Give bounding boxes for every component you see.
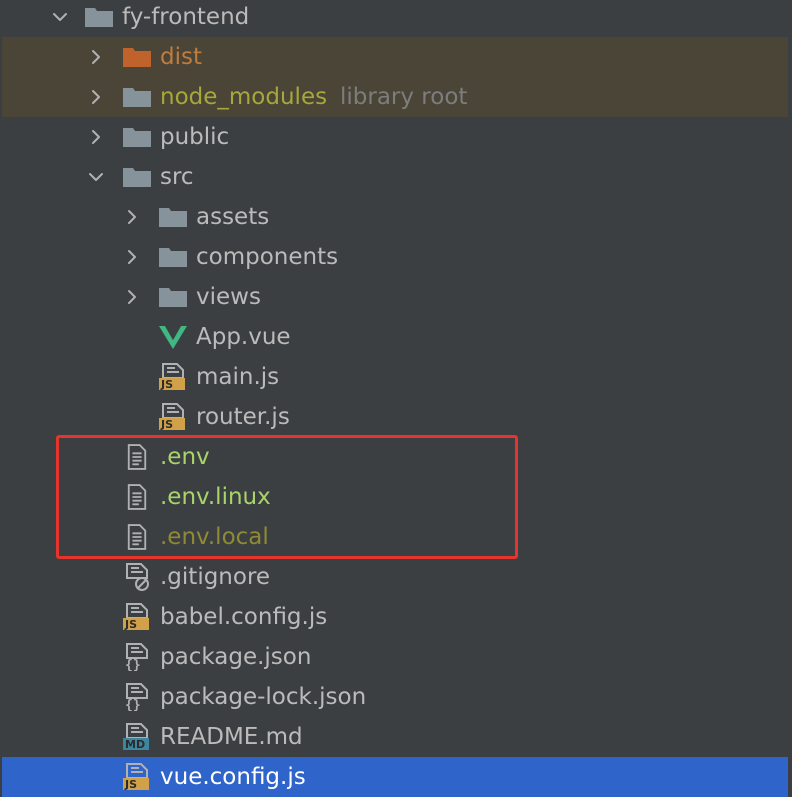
tree-item-router-js[interactable]: JS router.js	[2, 397, 788, 437]
tree-item-assets[interactable]: assets	[2, 197, 788, 237]
tree-item-label: .gitignore	[160, 564, 271, 590]
tree-item-label: App.vue	[196, 324, 291, 350]
chevron-right-icon[interactable]	[84, 117, 108, 157]
chevron-right-icon[interactable]	[84, 37, 108, 77]
svg-text:{}: {}	[125, 698, 141, 711]
markdown-file-icon: MD	[122, 717, 152, 757]
js-file-icon: JS	[122, 757, 152, 797]
chevron-right-icon[interactable]	[120, 237, 144, 277]
tree-item-node-modules[interactable]: node_modules library root	[2, 77, 788, 117]
js-file-icon: JS	[158, 357, 188, 397]
chevron-right-icon[interactable]	[120, 277, 144, 317]
chevron-down-icon[interactable]	[84, 157, 108, 197]
folder-icon	[122, 37, 152, 77]
tree-item-package-json[interactable]: {} package.json	[2, 637, 788, 677]
tree-item-main-js[interactable]: JS main.js	[2, 357, 788, 397]
tree-item-label: router.js	[196, 404, 290, 430]
tree-root-row[interactable]: fy-frontend	[2, 0, 788, 37]
tree-item-label: babel.config.js	[160, 604, 328, 630]
tree-item-label: .env	[160, 444, 210, 470]
tree-item-label: .env.local	[160, 524, 269, 550]
tree-item-dist[interactable]: dist	[2, 37, 788, 77]
tree-item-label: public	[160, 124, 230, 150]
svg-text:JS: JS	[160, 418, 173, 431]
js-file-icon: JS	[122, 597, 152, 637]
tree-item-babel-config-js[interactable]: JS babel.config.js	[2, 597, 788, 637]
library-root-hint: library root	[340, 84, 468, 110]
tree-item-label: vue.config.js	[160, 764, 306, 790]
json-file-icon: {}	[122, 677, 152, 717]
svg-text:{}: {}	[125, 658, 141, 671]
text-file-icon	[122, 437, 152, 477]
tree-item-vue-config-js[interactable]: JS vue.config.js	[2, 757, 788, 797]
tree-item-app-vue[interactable]: App.vue	[2, 317, 788, 357]
tree-item-label: package.json	[160, 644, 312, 670]
tree-item-label: views	[196, 284, 261, 310]
tree-item-label: components	[196, 244, 339, 270]
vue-file-icon	[158, 317, 188, 357]
tree-item-label: node_modules	[160, 84, 328, 110]
tree-item-label: fy-frontend	[122, 4, 250, 30]
folder-icon	[158, 277, 188, 317]
tree-item-label: .env.linux	[160, 484, 271, 510]
folder-icon	[122, 117, 152, 157]
tree-item-label: assets	[196, 204, 270, 230]
tree-item-views[interactable]: views	[2, 277, 788, 317]
tree-item-label: README.md	[160, 724, 303, 750]
text-file-icon	[122, 477, 152, 517]
ignore-file-icon	[122, 557, 152, 597]
tree-item-label: src	[160, 164, 194, 190]
tree-item-readme-md[interactable]: MD README.md	[2, 717, 788, 757]
tree-item-label: package-lock.json	[160, 684, 367, 710]
text-file-icon	[122, 517, 152, 557]
folder-icon	[158, 197, 188, 237]
folder-icon	[84, 0, 114, 37]
tree-item-components[interactable]: components	[2, 237, 788, 277]
tree-item-public[interactable]: public	[2, 117, 788, 157]
svg-text:MD: MD	[125, 738, 145, 751]
tree-item-label: dist	[160, 44, 202, 70]
chevron-right-icon[interactable]	[84, 77, 108, 117]
tree-item-label: main.js	[196, 364, 280, 390]
tree-item-env[interactable]: .env	[2, 437, 788, 477]
json-file-icon: {}	[122, 637, 152, 677]
folder-icon	[158, 237, 188, 277]
tree-item-src[interactable]: src	[2, 157, 788, 197]
js-file-icon: JS	[158, 397, 188, 437]
tree-item-package-lock-json[interactable]: {} package-lock.json	[2, 677, 788, 717]
tree-item-env-local[interactable]: .env.local	[2, 517, 788, 557]
folder-icon	[122, 157, 152, 197]
folder-icon	[122, 77, 152, 117]
svg-text:JS: JS	[124, 778, 137, 791]
chevron-down-icon[interactable]	[48, 0, 72, 37]
tree-item-env-linux[interactable]: .env.linux	[2, 477, 788, 517]
svg-text:JS: JS	[160, 378, 173, 391]
chevron-right-icon[interactable]	[120, 197, 144, 237]
tree-item-gitignore[interactable]: .gitignore	[2, 557, 788, 597]
svg-text:JS: JS	[124, 618, 137, 631]
project-tree: fy-frontend dist node_modules library root p…	[0, 0, 792, 797]
